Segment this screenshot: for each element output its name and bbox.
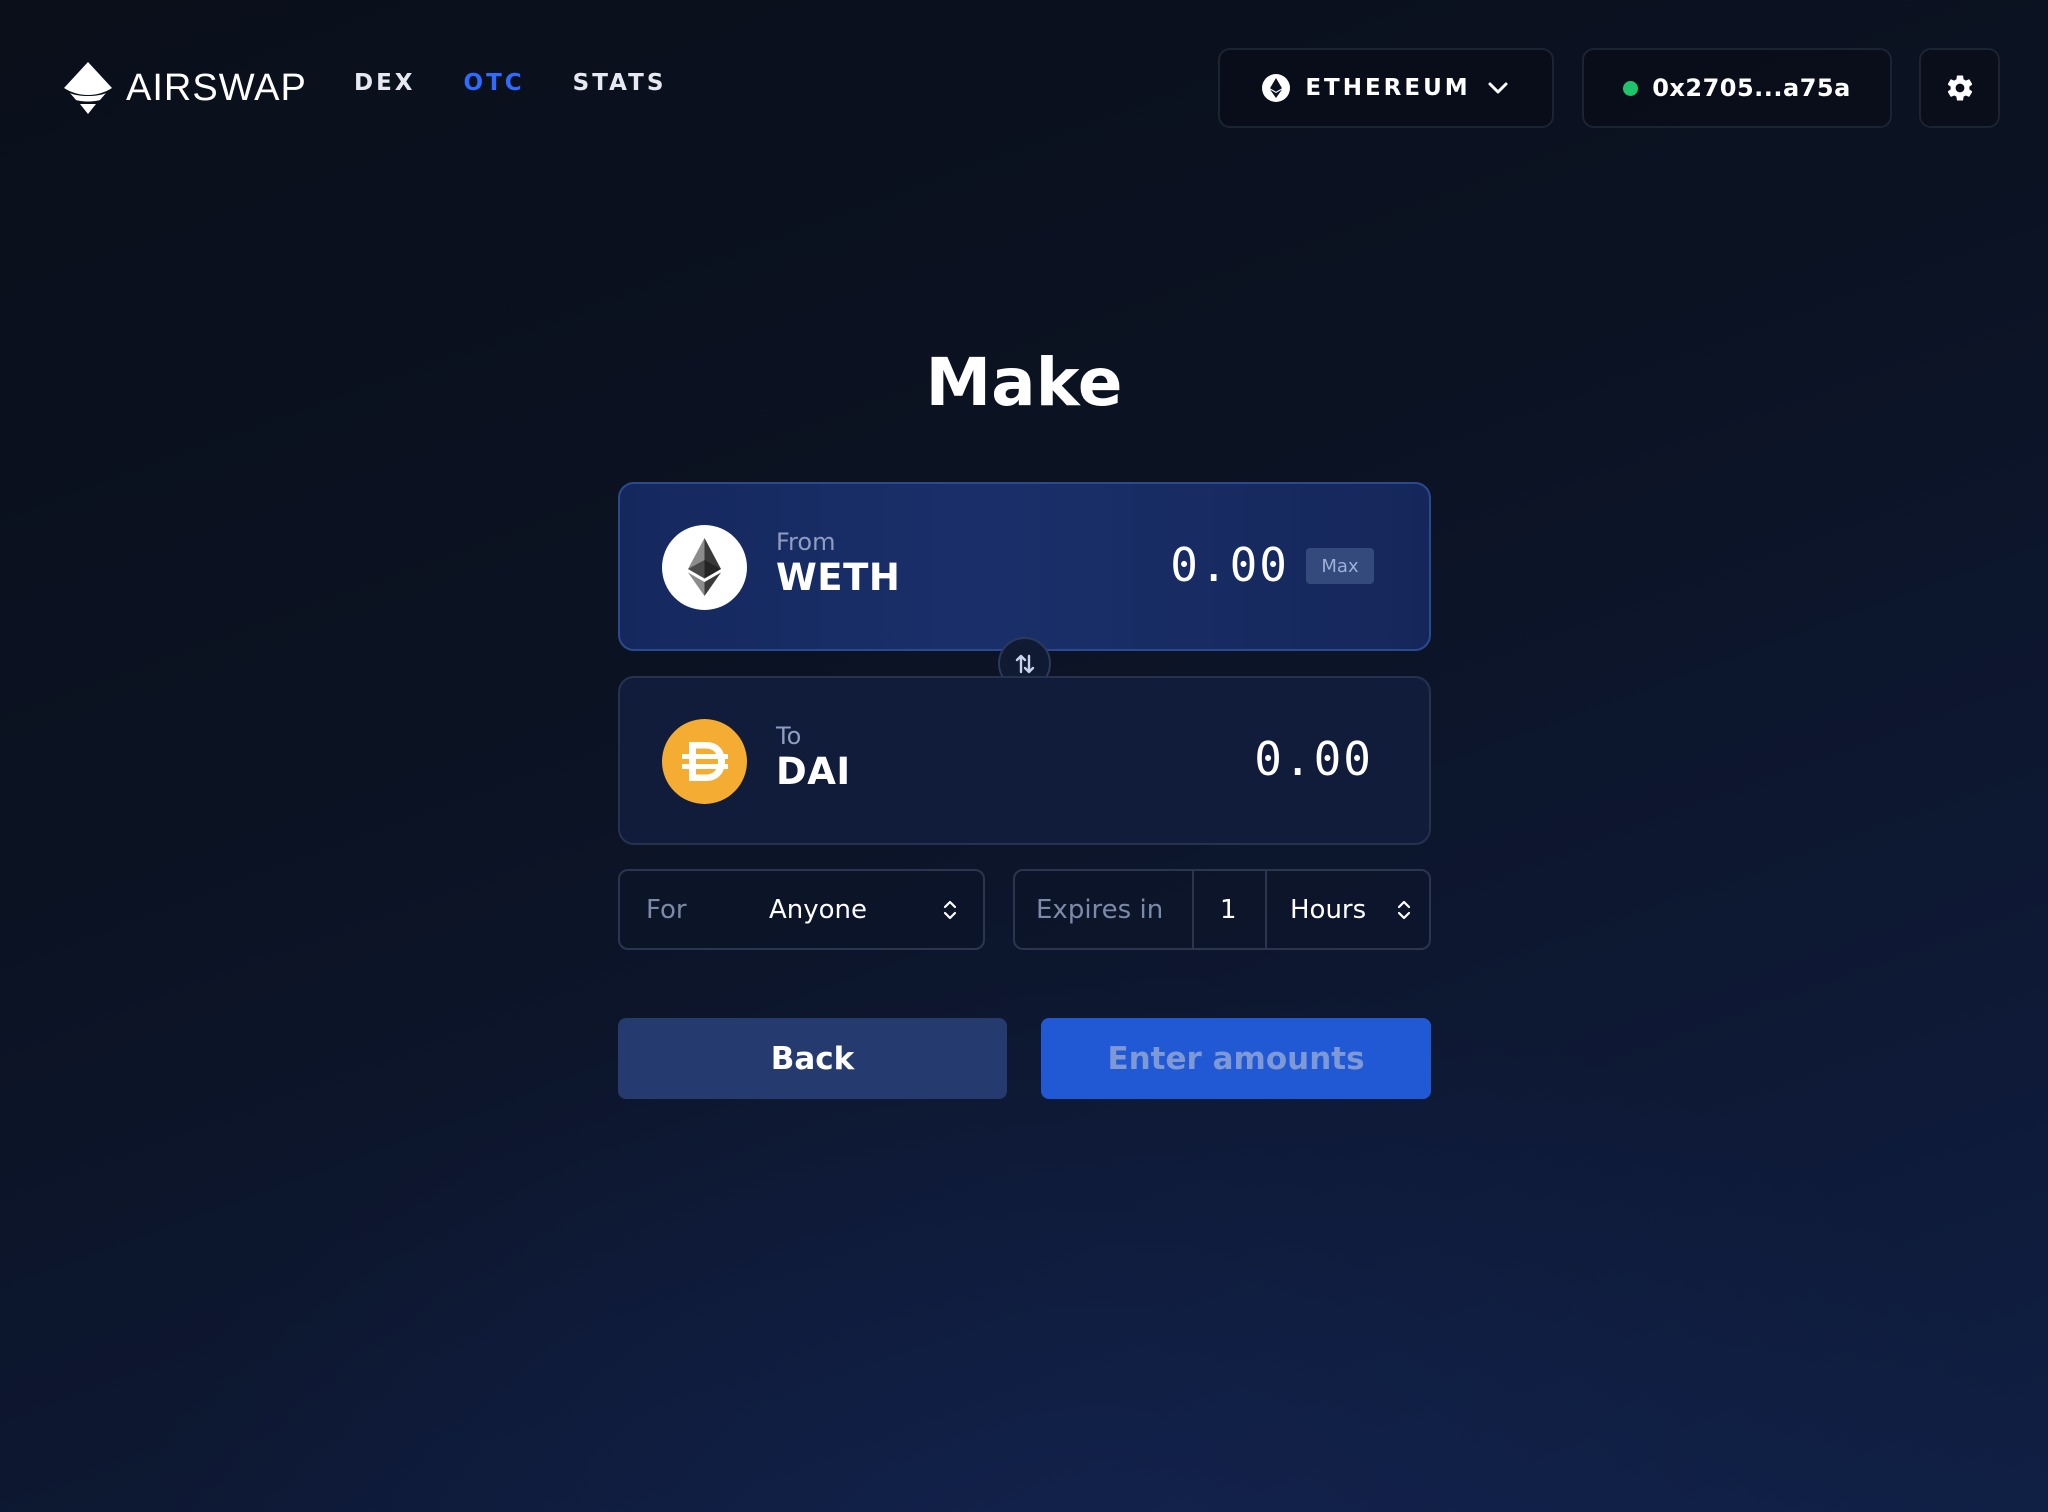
- to-token-panel: To DAI 0.00: [618, 676, 1431, 845]
- connection-status-icon: [1623, 80, 1639, 96]
- expiry-selector: Expires in 1 Hours: [1013, 869, 1431, 950]
- settings-button[interactable]: [1919, 48, 2000, 128]
- for-value[interactable]: Anyone: [769, 895, 867, 925]
- page-title: Make: [925, 344, 1123, 421]
- swap-arrows-icon: [1015, 654, 1034, 673]
- from-direction-label: From: [776, 528, 836, 556]
- network-label: ETHEREUM: [1305, 75, 1471, 101]
- divider: [1192, 871, 1194, 948]
- divider: [1265, 871, 1267, 948]
- back-button[interactable]: Back: [618, 1018, 1007, 1099]
- chevron-down-icon: [1488, 82, 1508, 94]
- dai-token-icon[interactable]: [662, 719, 747, 804]
- weth-token-icon[interactable]: [662, 525, 747, 610]
- from-token-symbol[interactable]: WETH: [776, 556, 900, 599]
- wallet-address: 0x2705...a75a: [1652, 74, 1851, 102]
- logo-text: AIRSWAP: [126, 66, 307, 109]
- expiry-unit-select[interactable]: Hours: [1290, 895, 1366, 925]
- airswap-logo-icon: [64, 62, 112, 114]
- enter-amounts-button[interactable]: Enter amounts: [1041, 1018, 1431, 1099]
- nav-dex[interactable]: DEX: [354, 70, 416, 96]
- ethereum-icon: [1262, 74, 1291, 102]
- nav-stats[interactable]: STATS: [573, 70, 667, 96]
- to-token-symbol[interactable]: DAI: [776, 750, 851, 793]
- max-button[interactable]: Max: [1306, 548, 1374, 584]
- nav-otc[interactable]: OTC: [464, 70, 525, 96]
- airswap-logo[interactable]: AIRSWAP: [60, 60, 307, 116]
- from-token-panel: From WETH 0.00 Max: [618, 482, 1431, 651]
- for-selector[interactable]: For Anyone: [618, 869, 985, 950]
- wallet-button[interactable]: 0x2705...a75a: [1582, 48, 1892, 128]
- to-direction-label: To: [776, 722, 802, 750]
- from-amount-input[interactable]: 0.00: [1170, 538, 1289, 592]
- chevron-up-down-icon: [943, 900, 957, 920]
- gear-icon: [1947, 75, 1972, 101]
- expires-label: Expires in: [1036, 895, 1164, 925]
- network-selector[interactable]: ETHEREUM: [1218, 48, 1554, 128]
- expiry-amount-input[interactable]: 1: [1220, 895, 1237, 925]
- main-nav: DEX OTC STATS: [354, 70, 666, 96]
- for-label: For: [646, 895, 687, 925]
- chevron-up-down-icon: [1397, 900, 1411, 920]
- to-amount-input[interactable]: 0.00: [1254, 732, 1373, 786]
